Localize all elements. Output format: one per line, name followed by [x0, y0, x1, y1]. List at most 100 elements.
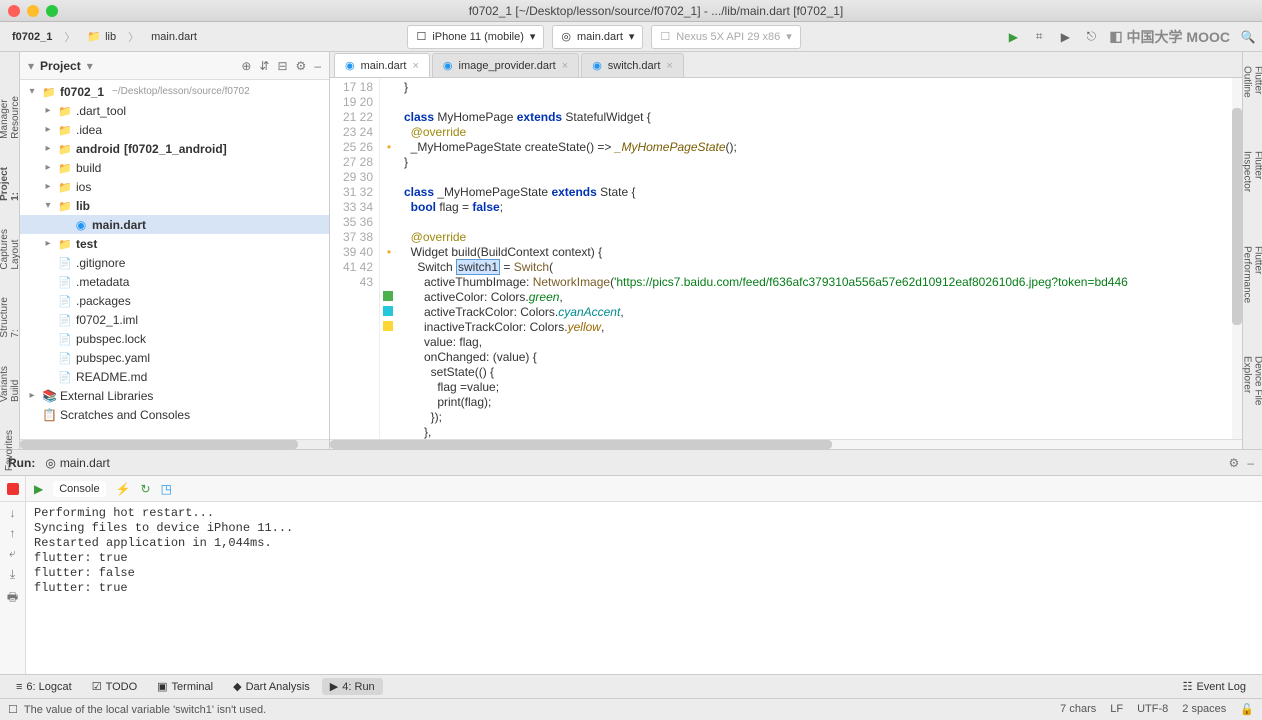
tree-external-libs[interactable]: ▸ 📚 External Libraries: [20, 386, 329, 405]
tree-item-pubspec-yaml[interactable]: pubspec.yaml: [20, 348, 329, 367]
scrollbar-thumb[interactable]: [330, 440, 832, 449]
profile-icon[interactable]: ▶: [1057, 29, 1073, 45]
expand-icon[interactable]: ▸: [42, 238, 54, 249]
gear-icon[interactable]: ⚙: [296, 59, 307, 73]
status-message: The value of the local variable 'switch1…: [24, 704, 266, 716]
soft-wrap-icon[interactable]: ⤶: [9, 546, 16, 561]
tree-item--packages[interactable]: .packages: [20, 291, 329, 310]
close-tab-icon[interactable]: ×: [666, 60, 672, 72]
expand-icon[interactable]: ▸: [42, 143, 54, 154]
tree-item-build[interactable]: ▸build: [20, 158, 329, 177]
close-tab-icon[interactable]: ×: [412, 60, 418, 72]
editor-vscroll[interactable]: [1232, 78, 1242, 439]
minimize-window-icon[interactable]: [27, 5, 39, 17]
expand-icon[interactable]: ▸: [42, 124, 54, 135]
breadcrumb-project[interactable]: f0702_1: [6, 26, 58, 48]
code-editor[interactable]: } class MyHomePage extends StatefulWidge…: [398, 78, 1232, 439]
close-tab-icon[interactable]: ×: [562, 60, 568, 72]
run-config-selector[interactable]: ◎ main.dart ▾: [552, 25, 643, 49]
breadcrumb-sep-icon: 〉: [128, 29, 139, 45]
tab-structure[interactable]: 7: Structure: [0, 293, 21, 342]
hot-reload-icon[interactable]: ⚡: [116, 482, 131, 496]
expand-icon[interactable]: ▾: [42, 200, 54, 211]
expand-icon[interactable]: ▸: [42, 105, 54, 116]
tree-item-f0702_1-iml[interactable]: f0702_1.iml: [20, 310, 329, 329]
open-devtools-icon[interactable]: ◳: [161, 482, 172, 496]
up-icon[interactable]: ↑: [10, 526, 16, 540]
tree-item-android[interactable]: ▸android [f0702_1_android]: [20, 139, 329, 158]
status-lock-icon[interactable]: 🔓: [1240, 703, 1254, 716]
collapse-all-icon[interactable]: ⊟: [277, 59, 287, 73]
search-icon[interactable]: 🔍: [1240, 29, 1256, 45]
editor-tab-image_provider-dart[interactable]: ◉image_provider.dart×: [432, 53, 579, 77]
tree-item-pubspec-lock[interactable]: pubspec.lock: [20, 329, 329, 348]
run-config-chip[interactable]: ◎ main.dart: [45, 456, 110, 470]
tab-terminal[interactable]: ▣ Terminal: [149, 678, 221, 695]
editor-hscroll[interactable]: [330, 439, 1242, 449]
tree-root[interactable]: ▾ f0702_1 ~/Desktop/lesson/source/f0702: [20, 82, 329, 101]
debug-icon[interactable]: ⌗: [1031, 29, 1047, 45]
tree-item--dart_tool[interactable]: ▸.dart_tool: [20, 101, 329, 120]
tab-event-log[interactable]: ☷ Event Log: [1175, 678, 1254, 695]
run-rerun-button[interactable]: [0, 476, 26, 501]
expand-icon[interactable]: ▸: [26, 390, 38, 401]
tree-item--gitignore[interactable]: .gitignore: [20, 253, 329, 272]
tab-run[interactable]: ▶ 4: Run: [322, 678, 383, 695]
hot-restart-icon[interactable]: ↻: [141, 482, 151, 496]
tree-item--idea[interactable]: ▸.idea: [20, 120, 329, 139]
dropdown-icon[interactable]: ▾: [87, 59, 93, 73]
scrollbar-thumb[interactable]: [1232, 108, 1242, 325]
tab-flutter-performance[interactable]: Flutter Performance: [1242, 242, 1262, 338]
status-icon[interactable]: ☐: [8, 703, 18, 716]
tree-scratches[interactable]: 📋 Scratches and Consoles: [20, 405, 329, 424]
run-icon[interactable]: ▶: [1005, 29, 1021, 45]
editor-tab-main-dart[interactable]: ◉main.dart×: [334, 53, 430, 77]
tab-dart-analysis[interactable]: ◆ Dart Analysis: [225, 678, 318, 695]
editor-tab-switch-dart[interactable]: ◉switch.dart×: [581, 53, 684, 77]
rerun-icon[interactable]: ▶: [34, 482, 43, 496]
status-indent[interactable]: 2 spaces: [1182, 703, 1226, 716]
tab-build-variants[interactable]: Build Variants: [0, 362, 21, 406]
status-encoding[interactable]: UTF-8: [1137, 703, 1168, 716]
target-icon[interactable]: ⊕: [241, 59, 251, 73]
hide-icon[interactable]: –: [1247, 456, 1254, 470]
device-selector[interactable]: ☐ iPhone 11 (mobile) ▾: [407, 25, 544, 49]
run-toolbar: ▶ Console ⚡ ↻ ◳: [0, 476, 1262, 502]
tree-item-README-md[interactable]: README.md: [20, 367, 329, 386]
close-window-icon[interactable]: [8, 5, 20, 17]
collapse-icon[interactable]: ▾: [28, 59, 34, 73]
console-output[interactable]: Performing hot restart... Syncing files …: [26, 502, 1262, 674]
tab-layout-captures[interactable]: Layout Captures: [0, 225, 21, 274]
status-line-ending[interactable]: LF: [1110, 703, 1123, 716]
tab-resource-manager[interactable]: Resource Manager: [0, 92, 21, 143]
tab-project[interactable]: 1: Project: [0, 163, 21, 205]
print-icon[interactable]: 🖶: [7, 588, 18, 609]
tab-device-file-explorer[interactable]: Device File Explorer: [1242, 352, 1262, 449]
tree-item-lib[interactable]: ▾lib: [20, 196, 329, 215]
tab-favorites[interactable]: Favorites: [4, 426, 15, 475]
tree-item-main-dart[interactable]: ◉main.dart: [20, 215, 329, 234]
down-icon[interactable]: ↓: [10, 506, 16, 520]
device-selector-2[interactable]: ☐ Nexus 5X API 29 x86 ▾: [651, 25, 800, 49]
tab-logcat[interactable]: ≡ 6: Logcat: [8, 679, 80, 695]
scroll-end-icon[interactable]: ⤓: [10, 567, 15, 582]
tree-item-test[interactable]: ▸test: [20, 234, 329, 253]
tree-item-ios[interactable]: ▸ios: [20, 177, 329, 196]
project-hscroll[interactable]: [20, 439, 329, 449]
maximize-window-icon[interactable]: [46, 5, 58, 17]
tab-flutter-inspector[interactable]: Flutter Inspector: [1242, 147, 1262, 227]
console-tab[interactable]: Console: [53, 481, 105, 497]
tab-flutter-outline[interactable]: Flutter Outline: [1242, 62, 1262, 132]
expand-icon[interactable]: ▸: [42, 181, 54, 192]
tree-item--metadata[interactable]: .metadata: [20, 272, 329, 291]
gear-icon[interactable]: ⚙: [1229, 456, 1240, 470]
tab-todo[interactable]: ☑ TODO: [84, 678, 145, 695]
hide-icon[interactable]: –: [314, 59, 321, 73]
scrollbar-thumb[interactable]: [20, 440, 298, 449]
expand-icon[interactable]: ▸: [42, 162, 54, 173]
breadcrumb-file[interactable]: main.dart: [145, 26, 203, 48]
sort-icon[interactable]: ⇵: [259, 59, 269, 73]
breadcrumb-folder[interactable]: 📁 lib: [81, 26, 122, 48]
expand-icon[interactable]: ▾: [26, 86, 38, 97]
attach-icon[interactable]: ⎋: [1083, 29, 1099, 45]
